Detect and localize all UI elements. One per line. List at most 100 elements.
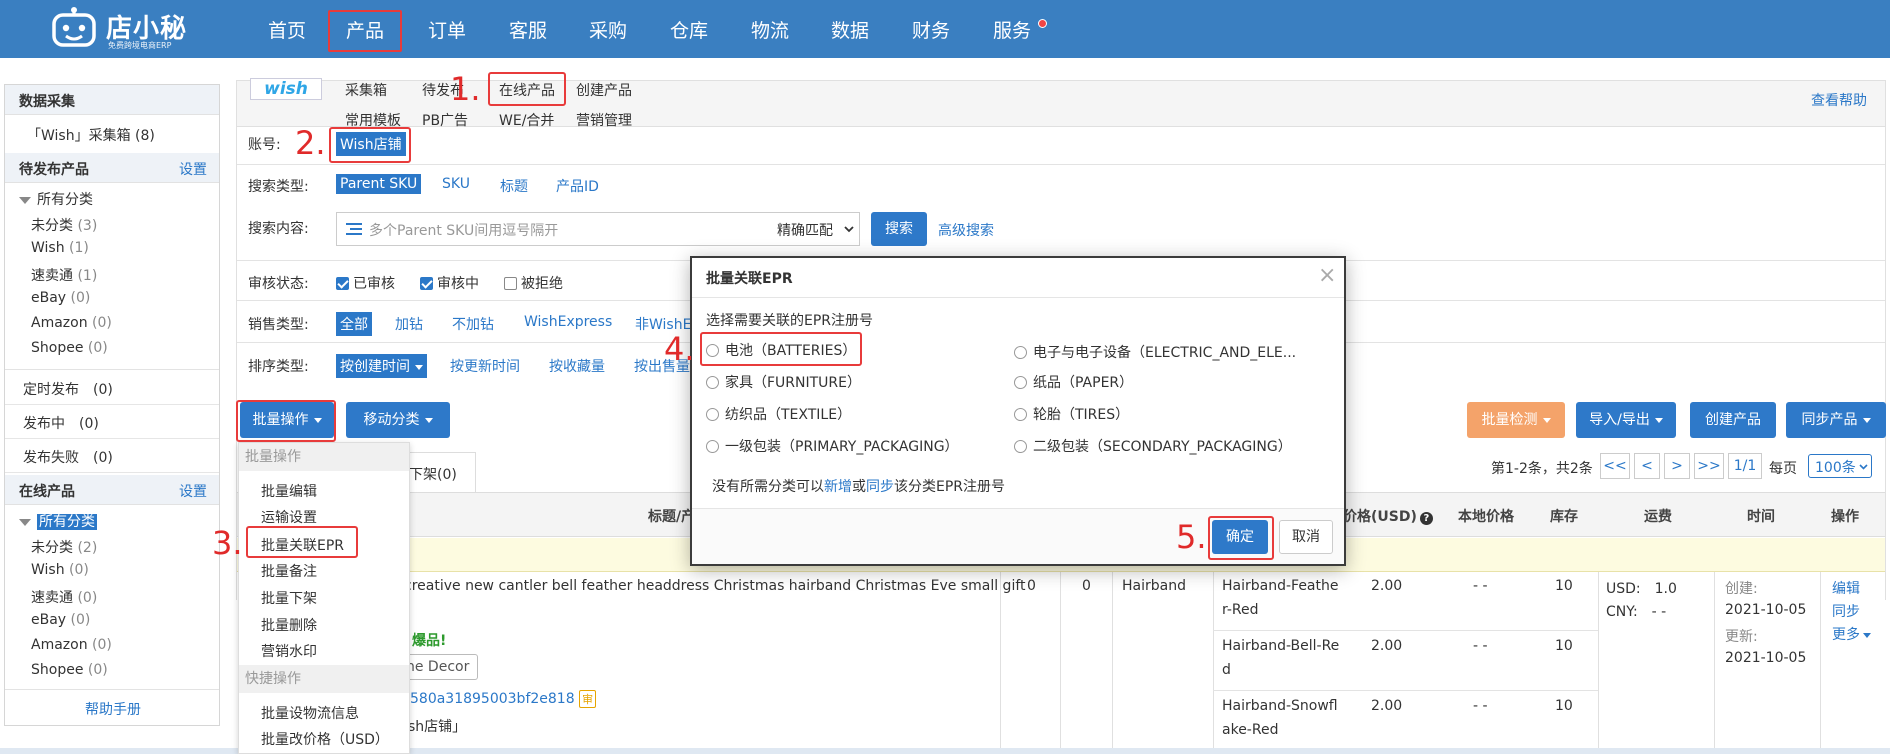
subnav-create-product[interactable]: 创建产品	[576, 80, 632, 100]
nav-orders[interactable]: 订单	[422, 10, 472, 52]
sidebar-pending-all-category[interactable]: 所有分类	[19, 189, 93, 209]
sidebar-pending-setting-link[interactable]: 设置	[179, 159, 207, 179]
menu-item-bulk-edit[interactable]: 批量编辑	[261, 481, 317, 501]
nav-purchase[interactable]: 采购	[583, 10, 633, 52]
sidebar-item-count: (0)	[87, 340, 108, 356]
sidebar-online-all-category[interactable]: 所有分类	[19, 511, 97, 531]
epr-option-electric[interactable]: 电子与电子设备（ELECTRIC_AND_ELE...	[1014, 342, 1296, 362]
category-tag[interactable]: ne Decor	[404, 654, 478, 680]
view-help-link[interactable]: 查看帮助	[1811, 90, 1867, 110]
subnav-collect-box[interactable]: 采集箱	[345, 80, 387, 100]
menu-item-bulk-logistics[interactable]: 批量设物流信息	[261, 703, 359, 723]
sales-type-boosted[interactable]: 加钻	[395, 314, 423, 334]
search-button[interactable]: 搜索	[871, 212, 927, 246]
sort-by-favorites[interactable]: 按收藏量	[549, 356, 605, 376]
search-type-parent-sku[interactable]: Parent SKU	[336, 174, 422, 194]
close-icon[interactable]: ×	[1318, 263, 1336, 288]
move-category-button[interactable]: 移动分类	[346, 402, 450, 438]
advanced-search-link[interactable]: 高级搜索	[938, 220, 994, 240]
sidebar-online-item[interactable]: eBay (0)	[31, 612, 90, 628]
menu-item-bulk-delist[interactable]: 批量下架	[261, 588, 317, 608]
brand-logo[interactable]: 店小秘 免费跨境电商ERP	[50, 2, 210, 54]
sidebar-item-label: Shopee	[31, 662, 84, 678]
sidebar-pending-item[interactable]: Amazon (0)	[31, 315, 112, 331]
sidebar-item-timed-publish[interactable]: 定时发布 (0)	[5, 371, 219, 405]
col-divider	[1000, 572, 1001, 754]
edit-link[interactable]: 编辑	[1832, 578, 1860, 598]
nav-home[interactable]: 首页	[262, 10, 312, 52]
create-product-button[interactable]: 创建产品	[1690, 402, 1776, 438]
sidebar-item-publishing[interactable]: 发布中 (0)	[5, 405, 219, 439]
epr-option-textile[interactable]: 纺织品（TEXTILE）	[706, 404, 851, 424]
sidebar-pending-item[interactable]: eBay (0)	[31, 290, 90, 306]
sidebar-pending-item[interactable]: 速卖通 (1)	[31, 265, 97, 285]
epr-option-secondary-packaging[interactable]: 二级包装（SECONDARY_PACKAGING）	[1014, 436, 1292, 456]
sales-type-all[interactable]: 全部	[336, 312, 372, 336]
sidebar-online-item[interactable]: 速卖通 (0)	[31, 587, 97, 607]
search-type-sku[interactable]: SKU	[442, 176, 470, 192]
sort-by-created[interactable]: 按创建时间	[336, 354, 427, 378]
help-manual-link[interactable]: 帮助手册	[85, 699, 141, 719]
sidebar-online-setting-link[interactable]: 设置	[179, 481, 207, 501]
epr-option-paper[interactable]: 纸品（PAPER）	[1014, 372, 1133, 392]
menu-item-watermark[interactable]: 营销水印	[261, 641, 317, 661]
sync-link[interactable]: 同步	[1832, 601, 1860, 621]
cancel-button[interactable]: 取消	[1279, 520, 1333, 554]
page-prev-button[interactable]: <	[1634, 453, 1660, 479]
nav-customer-service[interactable]: 客服	[503, 10, 553, 52]
import-export-button[interactable]: 导入/导出	[1576, 402, 1676, 438]
sidebar-online-item[interactable]: Wish (0)	[31, 562, 89, 578]
tab-offline[interactable]: 下架(0)	[400, 452, 476, 492]
nav-finance[interactable]: 财务	[906, 10, 956, 52]
sidebar-item-wish-collect-box[interactable]: 「Wish」采集箱 (8)	[27, 125, 155, 145]
nav-data[interactable]: 数据	[825, 10, 875, 52]
sidebar-item-label: 未分类	[31, 218, 73, 234]
nav-products[interactable]: 产品	[328, 10, 402, 52]
sales-type-not-boosted[interactable]: 不加钻	[452, 314, 494, 334]
more-link[interactable]: 更多	[1832, 624, 1871, 644]
sidebar-pending-item[interactable]: Shopee (0)	[31, 340, 108, 356]
sidebar-pending-item[interactable]: Wish (1)	[31, 240, 89, 256]
sync-product-button[interactable]: 同步产品	[1786, 402, 1886, 438]
match-mode-select[interactable]: 精确匹配	[768, 212, 860, 246]
review-approved-checkbox[interactable]: 已审核	[336, 273, 395, 293]
page-next-button[interactable]: >	[1664, 453, 1690, 479]
review-pending-checkbox[interactable]: 审核中	[420, 273, 479, 293]
search-type-product-id[interactable]: 产品ID	[556, 176, 599, 196]
nav-services[interactable]: 服务	[987, 10, 1037, 52]
sidebar-pending-item[interactable]: 未分类 (3)	[31, 215, 97, 235]
nav-logistics[interactable]: 物流	[745, 10, 795, 52]
sales-type-wishexpress[interactable]: WishExpress	[524, 314, 612, 330]
top-nav-bar: 店小秘 免费跨境电商ERP 首页 产品 订单 客服 采购 仓库 物流 数据 财务…	[0, 0, 1890, 58]
epr-option-tires[interactable]: 轮胎（TIRES）	[1014, 404, 1129, 424]
search-input[interactable]: 多个Parent SKU间用逗号隔开	[336, 212, 769, 246]
per-page-select[interactable]: 100条	[1808, 454, 1872, 478]
sidebar-online-item[interactable]: Amazon (0)	[31, 637, 112, 653]
menu-item-shipping-settings[interactable]: 运输设置	[261, 507, 317, 527]
sidebar-item-publish-failed[interactable]: 发布失败 (0)	[5, 439, 219, 473]
sidebar-online-item[interactable]: 未分类 (2)	[31, 537, 97, 557]
menu-item-bulk-delete[interactable]: 批量删除	[261, 615, 317, 635]
product-id-link[interactable]: 580a31895003bf2e818 审	[410, 690, 597, 708]
subnav-we-merge[interactable]: WE/合并	[499, 110, 554, 130]
page-first-button[interactable]: <<	[1600, 453, 1630, 479]
sidebar-online-header: 在线产品 设置	[5, 475, 219, 505]
bulk-check-button[interactable]: 批量检测	[1467, 402, 1565, 438]
page-last-button[interactable]: >>	[1694, 453, 1724, 479]
nav-warehouse[interactable]: 仓库	[664, 10, 714, 52]
help-question-icon[interactable]: ?	[1419, 512, 1433, 525]
menu-item-bulk-price-usd[interactable]: 批量改价格（USD）	[261, 729, 389, 749]
sort-by-updated[interactable]: 按更新时间	[450, 356, 520, 376]
note-add-link[interactable]: 新增	[824, 479, 852, 495]
epr-option-primary-packaging[interactable]: 一级包装（PRIMARY_PACKAGING）	[706, 436, 959, 456]
search-type-title[interactable]: 标题	[500, 176, 528, 196]
product-title[interactable]: creative new cantler bell feather headdr…	[404, 578, 1026, 594]
subnav-marketing[interactable]: 营销管理	[576, 110, 632, 130]
review-rejected-checkbox[interactable]: 被拒绝	[504, 273, 563, 293]
note-sync-link[interactable]: 同步	[866, 479, 894, 495]
epr-option-furniture[interactable]: 家具（FURNITURE）	[706, 372, 861, 392]
sidebar-online-item[interactable]: Shopee (0)	[31, 662, 108, 678]
wish-platform-logo[interactable]: wish	[250, 78, 322, 100]
subnav-pb-ads[interactable]: PB广告	[422, 110, 468, 130]
menu-item-bulk-remark[interactable]: 批量备注	[261, 561, 317, 581]
